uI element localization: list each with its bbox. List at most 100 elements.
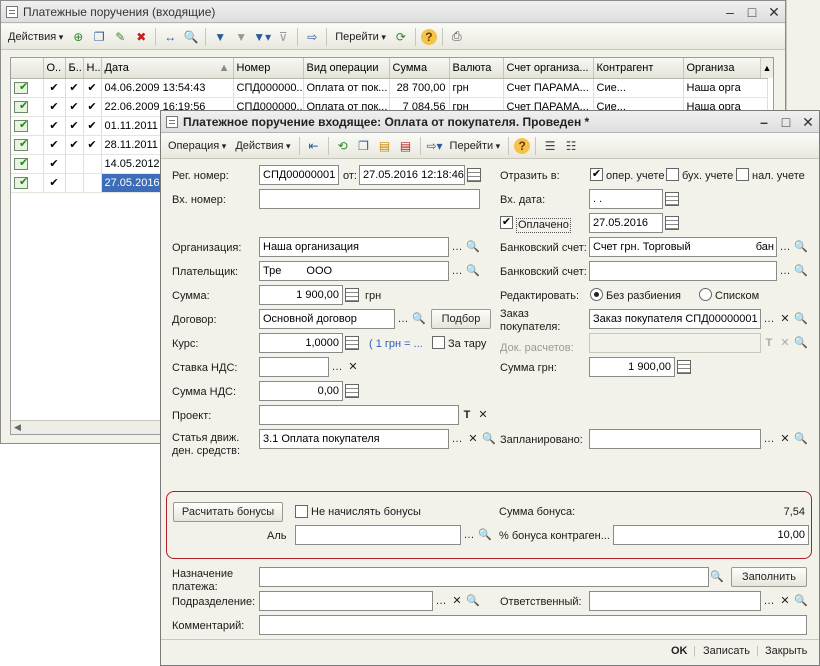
fill-button[interactable]: Заполнить: [731, 567, 807, 587]
column-header[interactable]: [11, 58, 44, 79]
type-icon[interactable]: T: [459, 406, 475, 424]
filter-by-value-icon[interactable]: ▼: [232, 28, 250, 46]
sum-uah-field[interactable]: 1 900,00: [589, 357, 675, 377]
column-header[interactable]: О..: [43, 58, 66, 79]
open-icon[interactable]: 🔍: [411, 310, 427, 328]
post-icon[interactable]: ▤: [376, 137, 394, 155]
close-button[interactable]: Закрыть: [765, 645, 807, 657]
open-icon[interactable]: 🔍: [709, 568, 725, 586]
maximize-icon[interactable]: □: [779, 111, 793, 133]
delete-icon[interactable]: ✖: [132, 28, 150, 46]
clear-icon[interactable]: ✕: [777, 430, 793, 448]
unpost-icon[interactable]: ▤: [397, 137, 415, 155]
clear-icon[interactable]: ✕: [449, 592, 465, 610]
paid-checkbox[interactable]: ✔: [500, 216, 513, 229]
in-number-field[interactable]: [259, 189, 480, 209]
vat-sum-field[interactable]: 0,00: [259, 381, 343, 401]
calendar-icon[interactable]: [467, 168, 481, 182]
structure-icon[interactable]: ⇨▾: [426, 137, 444, 155]
open-icon[interactable]: 🔍: [465, 592, 481, 610]
project-field[interactable]: [259, 405, 459, 425]
customer-order-field[interactable]: Заказ покупателя СПД00000001: [589, 309, 761, 329]
column-header[interactable]: Валюта: [449, 58, 504, 79]
organization-field[interactable]: Наша организация: [259, 237, 449, 257]
open-icon[interactable]: 🔍: [793, 430, 809, 448]
alt-field[interactable]: [295, 525, 461, 545]
print-icon[interactable]: ⎙: [448, 28, 466, 46]
select-button[interactable]: …: [761, 592, 777, 610]
by-list-radio[interactable]: [699, 288, 712, 301]
minimize-icon[interactable]: –: [723, 1, 737, 23]
select-button[interactable]: …: [449, 238, 465, 256]
clear-icon[interactable]: ✕: [777, 310, 793, 328]
select-button[interactable]: …: [761, 430, 777, 448]
column-header[interactable]: Б..: [65, 58, 84, 79]
planned-field[interactable]: [589, 429, 761, 449]
reg-number-field[interactable]: СПД00000001: [259, 165, 339, 185]
vat-rate-field[interactable]: [259, 357, 329, 377]
list-view-icon[interactable]: ☰: [541, 137, 559, 155]
open-icon[interactable]: 🔍: [793, 592, 809, 610]
refresh-icon[interactable]: ⟳: [392, 28, 410, 46]
calendar-icon[interactable]: [665, 216, 679, 230]
copy-icon[interactable]: ❐: [355, 137, 373, 155]
contract-field[interactable]: Основной договор: [259, 309, 395, 329]
calendar-icon[interactable]: [665, 192, 679, 206]
scroll-left-icon[interactable]: ◀: [14, 422, 21, 433]
oper-accounting-checkbox[interactable]: ✔: [590, 168, 603, 181]
column-header[interactable]: Сумма: [389, 58, 450, 79]
maximize-icon[interactable]: □: [745, 1, 759, 23]
reread-icon[interactable]: ⟲: [334, 137, 352, 155]
clear-icon[interactable]: ✕: [345, 358, 361, 376]
select-button[interactable]: …: [449, 430, 465, 448]
goto-menu[interactable]: Перейти: [332, 27, 389, 47]
tara-checkbox[interactable]: [432, 336, 445, 349]
add-icon[interactable]: ⊕: [69, 28, 87, 46]
post-icon[interactable]: ⇨: [303, 28, 321, 46]
clear-icon[interactable]: ✕: [465, 430, 481, 448]
save-button[interactable]: Записать: [703, 645, 750, 657]
column-header[interactable]: Контрагент: [593, 58, 684, 79]
table-row[interactable]: ✔✔✔04.06.2009 13:54:43СПД000000...Оплата…: [11, 78, 768, 98]
select-button[interactable]: …: [329, 358, 345, 376]
rate-note-link[interactable]: ( 1 грн = ...: [369, 338, 423, 351]
select-button[interactable]: …: [777, 238, 793, 256]
interval-icon[interactable]: ↔: [161, 28, 179, 46]
responsible-field[interactable]: [589, 591, 761, 611]
buh-accounting-checkbox[interactable]: [666, 168, 679, 181]
purpose-field[interactable]: [259, 567, 709, 587]
operation-menu[interactable]: Операция: [165, 136, 229, 156]
sum-field[interactable]: 1 900,00: [259, 285, 343, 305]
select-button[interactable]: …: [449, 262, 465, 280]
calculator-icon[interactable]: [345, 336, 359, 350]
actions-menu[interactable]: Действия: [5, 27, 66, 47]
close-icon[interactable]: ✕: [767, 1, 781, 23]
checklist-icon[interactable]: ☷: [562, 137, 580, 155]
calculator-icon[interactable]: [345, 288, 359, 302]
edit-icon[interactable]: ✎: [111, 28, 129, 46]
find-icon[interactable]: 🔍: [182, 28, 200, 46]
close-icon[interactable]: ✕: [801, 111, 815, 133]
select-button[interactable]: …: [395, 310, 411, 328]
post-and-close-icon[interactable]: ⇤: [305, 137, 323, 155]
clear-icon[interactable]: ✕: [475, 406, 491, 424]
minimize-icon[interactable]: –: [757, 111, 771, 133]
clear-icon[interactable]: ✕: [777, 592, 793, 610]
column-header[interactable]: Счет организа...: [503, 58, 594, 79]
calculate-bonuses-button[interactable]: Расчитать бонусы: [173, 502, 283, 522]
open-icon[interactable]: 🔍: [477, 526, 493, 544]
tax-accounting-checkbox[interactable]: [736, 168, 749, 181]
calculator-icon[interactable]: [345, 384, 359, 398]
actions-menu[interactable]: Действия: [232, 136, 293, 156]
column-header[interactable]: Н..: [83, 58, 102, 79]
open-icon[interactable]: 🔍: [465, 262, 481, 280]
ok-button[interactable]: OK: [671, 645, 688, 657]
filter-icon[interactable]: ▼: [211, 28, 229, 46]
in-date-field[interactable]: . .: [589, 189, 663, 209]
column-header[interactable]: Номер: [233, 58, 304, 79]
payer-field[interactable]: Тре ООО: [259, 261, 449, 281]
bank-account2-field[interactable]: [589, 261, 777, 281]
rate-field[interactable]: 1,0000: [259, 333, 343, 353]
column-header-date[interactable]: Дата ▲: [101, 58, 234, 79]
filter-list-icon[interactable]: ▼▾: [253, 28, 271, 46]
